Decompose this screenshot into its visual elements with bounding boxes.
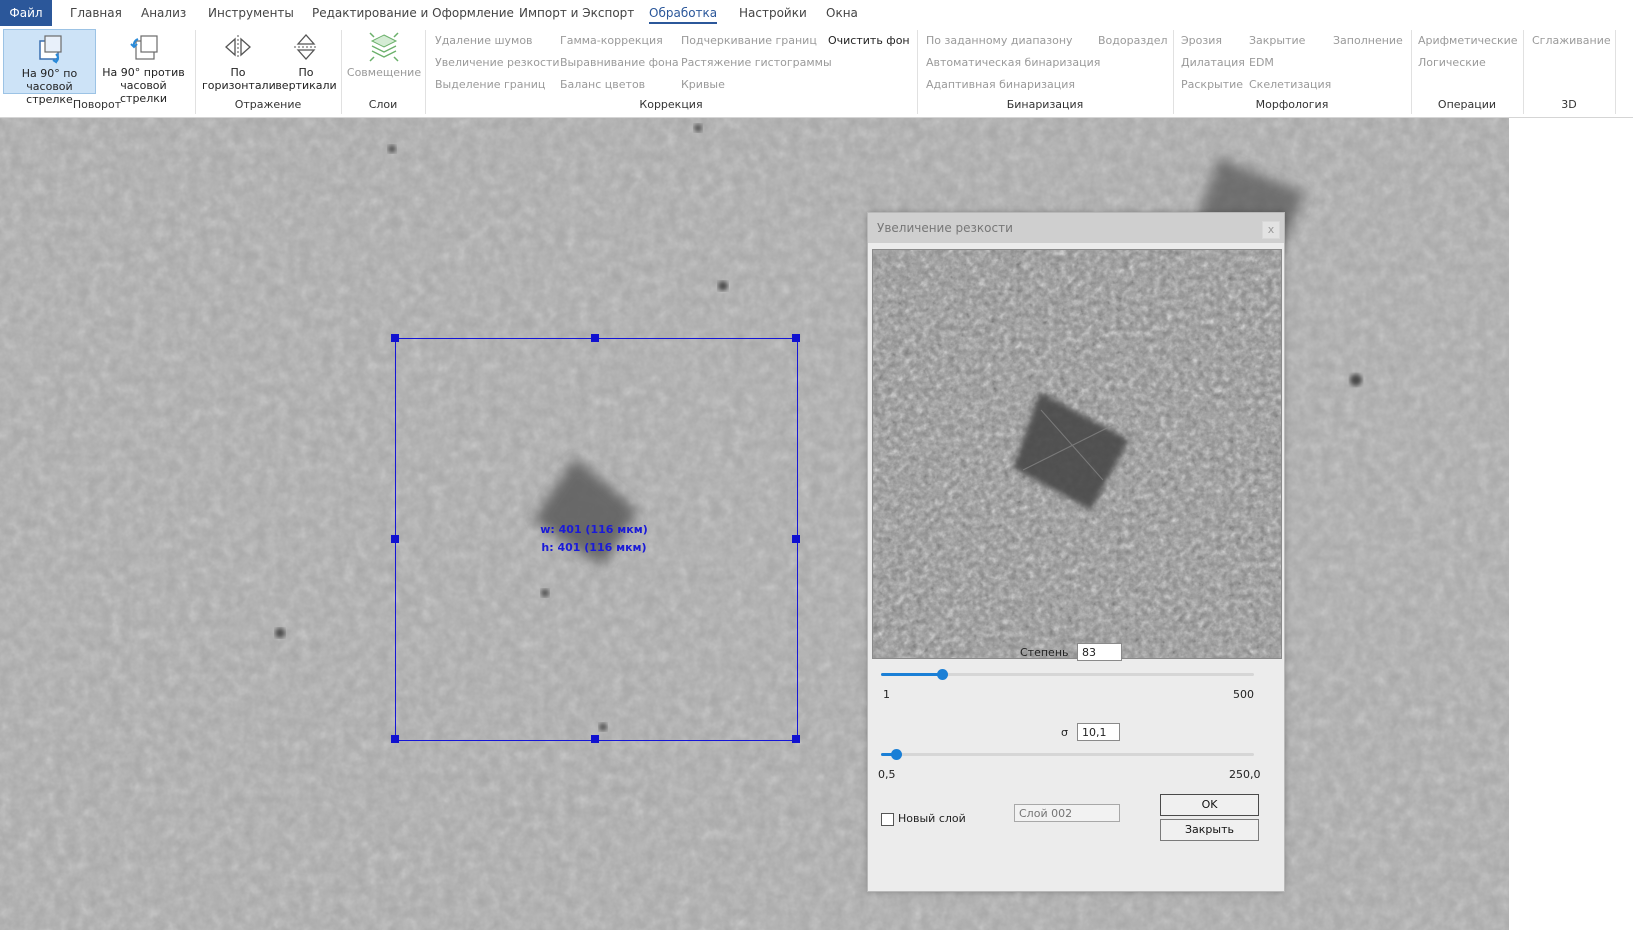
flip-vertical-icon bbox=[294, 34, 318, 60]
rotate-ccw-button[interactable]: На 90° против часовой стрелки bbox=[97, 29, 190, 105]
menu-item-smoothing[interactable]: Сглаживание bbox=[1532, 34, 1611, 47]
menu-item-dilation[interactable]: Дилатация bbox=[1181, 56, 1245, 69]
combine-layers-label: Совмещение bbox=[346, 66, 422, 79]
tab-import-export[interactable]: Импорт и Экспорт bbox=[519, 0, 634, 26]
combine-layers-button[interactable]: Совмещение bbox=[346, 29, 422, 92]
selection-width-label: w: 401 (116 мкм) bbox=[540, 523, 648, 536]
tab-windows[interactable]: Окна bbox=[826, 0, 858, 26]
menu-item-clear-background[interactable]: Очистить фон bbox=[828, 34, 910, 47]
dialog-close-icon[interactable]: x bbox=[1262, 221, 1280, 239]
degree-min-label: 1 bbox=[883, 688, 890, 701]
group-label-operations: Операции bbox=[1437, 98, 1497, 111]
menu-item-auto-binarization[interactable]: Автоматическая бинаризация bbox=[926, 56, 1100, 69]
menu-item-curves[interactable]: Кривые bbox=[681, 78, 725, 91]
tab-settings[interactable]: Настройки bbox=[739, 0, 807, 26]
sigma-slider-thumb[interactable] bbox=[890, 749, 902, 760]
right-panel bbox=[1509, 118, 1633, 930]
menu-item-fill[interactable]: Заполнение bbox=[1333, 34, 1403, 47]
sharpen-dialog: Увеличение резкости x Степень 83 1 500 σ… bbox=[867, 212, 1285, 892]
group-label-morphology: Морфология bbox=[1255, 98, 1329, 111]
preview-microstructure bbox=[873, 250, 1281, 658]
menu-item-edm[interactable]: EDM bbox=[1249, 56, 1274, 69]
degree-max-label: 500 bbox=[1233, 688, 1254, 701]
menu-item-gamma[interactable]: Гамма-коррекция bbox=[560, 34, 663, 47]
flip-horizontal-label: По горизонтали bbox=[202, 66, 276, 92]
group-label-3d: 3D bbox=[1561, 98, 1577, 111]
new-layer-label[interactable]: Новый слой bbox=[898, 812, 966, 825]
menu-item-noise-removal[interactable]: Удаление шумов bbox=[435, 34, 533, 47]
menu-item-closing[interactable]: Закрытие bbox=[1249, 34, 1305, 47]
combine-layers-icon bbox=[369, 32, 399, 62]
menu-item-background-leveling[interactable]: Выравнивание фона bbox=[560, 56, 679, 69]
tab-tools[interactable]: Инструменты bbox=[208, 0, 294, 26]
ribbon: На 90° по часовой стрелке На 90° против … bbox=[0, 26, 1633, 118]
degree-slider-thumb[interactable] bbox=[937, 669, 949, 680]
tab-editing[interactable]: Редактирование и Оформление bbox=[312, 0, 514, 26]
menu-item-logical[interactable]: Логические bbox=[1418, 56, 1486, 69]
tab-processing[interactable]: Обработка bbox=[649, 0, 718, 26]
menu-item-edge-enhance[interactable]: Подчеркивание границ bbox=[681, 34, 817, 47]
menu-item-watershed[interactable]: Водораздел bbox=[1098, 34, 1168, 47]
flip-vertical-button[interactable]: По вертикали bbox=[274, 29, 338, 92]
flip-horizontal-button[interactable]: По горизонтали bbox=[202, 29, 276, 92]
menu-item-arithmetic[interactable]: Арифметические bbox=[1418, 34, 1518, 47]
menu-item-sharpen[interactable]: Увеличение резкости bbox=[435, 56, 560, 69]
selection-handle-top-right[interactable] bbox=[792, 334, 800, 342]
menu-item-range-binarization[interactable]: По заданному диапазону bbox=[926, 34, 1073, 47]
flip-horizontal-icon bbox=[225, 35, 251, 59]
degree-input[interactable] bbox=[1077, 643, 1122, 661]
preview-image bbox=[872, 249, 1282, 659]
selection-handle-right[interactable] bbox=[792, 535, 800, 543]
group-label-binarization: Бинаризация bbox=[1006, 98, 1084, 111]
group-label-reflection: Отражение bbox=[234, 98, 302, 111]
degree-slider[interactable] bbox=[881, 669, 1254, 680]
group-label-correction: Коррекция bbox=[639, 98, 703, 111]
selection-dimensions: w: 401 (116 мкм) h: 401 (116 мкм) bbox=[514, 521, 674, 557]
selection-handle-bottom-right[interactable] bbox=[792, 735, 800, 743]
close-button[interactable]: Закрыть bbox=[1160, 819, 1259, 841]
selection-handle-top[interactable] bbox=[591, 334, 599, 342]
menu-bar: Файл Главная Анализ Инструменты Редактир… bbox=[0, 0, 1633, 26]
new-layer-checkbox[interactable] bbox=[881, 813, 894, 826]
rotate-cw-button[interactable]: На 90° по часовой стрелке bbox=[3, 29, 96, 106]
dialog-title: Увеличение резкости bbox=[877, 221, 1013, 235]
menu-item-color-balance[interactable]: Баланс цветов bbox=[560, 78, 645, 91]
layer-name-input[interactable] bbox=[1014, 804, 1120, 822]
group-label-layers: Слои bbox=[368, 98, 398, 111]
menu-item-adaptive-binarization[interactable]: Адаптивная бинаризация bbox=[926, 78, 1075, 91]
sigma-label: σ bbox=[1061, 726, 1068, 739]
selection-handle-left[interactable] bbox=[391, 535, 399, 543]
selection-handle-bottom[interactable] bbox=[591, 735, 599, 743]
tab-file[interactable]: Файл bbox=[0, 0, 52, 26]
menu-item-histogram-stretch[interactable]: Растяжение гистограммы bbox=[681, 56, 832, 69]
menu-item-edge-detection[interactable]: Выделение границ bbox=[435, 78, 545, 91]
menu-item-opening[interactable]: Раскрытие bbox=[1181, 78, 1243, 91]
tab-analysis[interactable]: Анализ bbox=[141, 0, 186, 26]
menu-item-erosion[interactable]: Эрозия bbox=[1181, 34, 1222, 47]
rotate-ccw-icon bbox=[129, 35, 158, 60]
degree-slider-fill bbox=[881, 673, 943, 676]
sigma-input[interactable] bbox=[1077, 723, 1120, 741]
menu-item-skeletonization[interactable]: Скелетизация bbox=[1249, 78, 1331, 91]
selection-handle-top-left[interactable] bbox=[391, 334, 399, 342]
selection-handle-bottom-left[interactable] bbox=[391, 735, 399, 743]
group-divider bbox=[1615, 30, 1616, 114]
degree-label: Степень bbox=[1020, 646, 1069, 659]
sigma-slider[interactable] bbox=[881, 749, 1254, 760]
tab-home[interactable]: Главная bbox=[70, 0, 122, 26]
ok-button[interactable]: OK bbox=[1160, 794, 1259, 816]
sigma-min-label: 0,5 bbox=[878, 768, 896, 781]
flip-vertical-label: По вертикали bbox=[275, 66, 337, 92]
selection-height-label: h: 401 (116 мкм) bbox=[541, 541, 647, 554]
sigma-max-label: 250,0 bbox=[1229, 768, 1261, 781]
dialog-title-bar[interactable]: Увеличение резкости x bbox=[868, 213, 1284, 243]
rotate-cw-icon bbox=[38, 35, 62, 64]
group-label-rotation: Поворот bbox=[72, 98, 122, 111]
